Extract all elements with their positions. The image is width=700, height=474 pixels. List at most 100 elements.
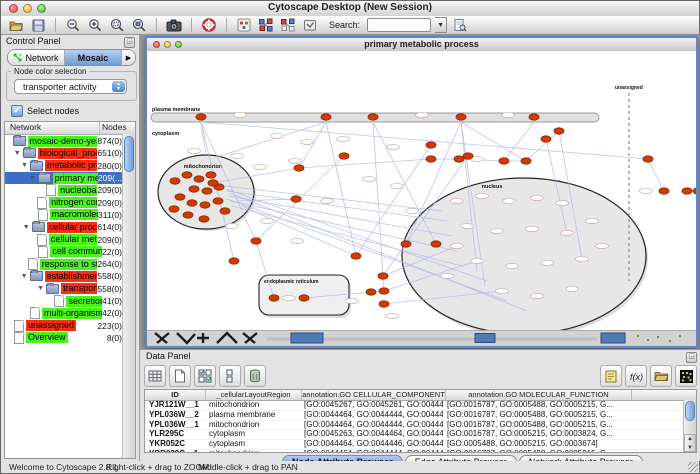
network-edge[interactable] — [504, 122, 534, 161]
vizmapper-button[interactable] — [235, 17, 253, 33]
tree-row[interactable]: ▼cellular process614(0) — [5, 221, 135, 233]
network-node[interactable] — [291, 196, 301, 202]
network-node[interactable] — [220, 208, 230, 214]
network-node[interactable] — [541, 136, 551, 142]
network-node[interactable] — [659, 188, 669, 194]
save-button[interactable] — [29, 17, 47, 33]
table-column-header[interactable]: annotation.GO CELLULAR_COMPONENT — [302, 390, 446, 400]
network-node[interactable] — [208, 180, 218, 186]
network-node[interactable] — [693, 188, 696, 194]
network-window-titlebar[interactable]: primary metabolic process — [147, 38, 696, 52]
network-node[interactable] — [368, 114, 378, 120]
network-edge[interactable] — [242, 206, 356, 256]
network-node[interactable] — [202, 188, 212, 194]
unselect-attributes-button[interactable] — [219, 365, 241, 387]
tree-row[interactable]: ▼primary metabo209(... — [5, 172, 135, 184]
network-node[interactable] — [182, 172, 192, 178]
tree-scrollbar[interactable] — [122, 134, 135, 458]
table-scrollbar-thumb[interactable] — [685, 401, 695, 421]
tree-column-nodes[interactable]: Nodes — [100, 122, 135, 134]
control-panel-detach-icon[interactable]: ◲ — [124, 37, 135, 48]
select-attributes-button[interactable] — [194, 365, 216, 387]
attribute-notes-button[interactable] — [600, 365, 622, 387]
network-node[interactable] — [170, 178, 180, 184]
snapshot-button[interactable] — [165, 17, 183, 33]
network-node[interactable] — [187, 200, 197, 206]
network-node[interactable] — [499, 158, 509, 164]
network-edge[interactable] — [373, 122, 384, 291]
network-node[interactable] — [401, 241, 411, 247]
network-node[interactable] — [196, 114, 206, 120]
network-node[interactable] — [431, 241, 441, 247]
tree-row[interactable]: ▼transport558(0) — [5, 283, 135, 295]
network-node[interactable] — [189, 186, 199, 192]
tree-row[interactable]: ▼metabolic process280(0) — [5, 160, 135, 172]
table-scroll-arrows[interactable]: ▲▼ — [684, 434, 696, 452]
table-row[interactable]: YDR039C__1mitochondrion[GO:0044464, GO:0… — [145, 450, 696, 453]
network-node[interactable] — [183, 212, 193, 218]
network-node[interactable] — [529, 114, 539, 120]
duplicate-network-button[interactable] — [279, 17, 297, 33]
tree-expander-icon[interactable]: ▼ — [27, 175, 38, 182]
network-edge[interactable] — [648, 159, 664, 191]
tree-expander-icon[interactable]: ▼ — [35, 285, 46, 292]
network-node[interactable] — [206, 172, 216, 178]
select-nodes-checkbox[interactable]: ✓ — [11, 105, 23, 117]
compartment-nucleus[interactable] — [402, 178, 646, 332]
network-node[interactable] — [321, 114, 331, 120]
network-node[interactable] — [426, 156, 436, 162]
tree-expander-icon[interactable]: ▼ — [19, 162, 30, 169]
zoom-selected-region-button[interactable] — [108, 17, 126, 33]
table-column-header[interactable]: annotation.GO MOLECULAR_FUNCTION — [446, 390, 632, 400]
zoom-in-button[interactable] — [86, 17, 104, 33]
tree-row[interactable]: nitrogen compo209(0) — [5, 196, 135, 208]
network-node[interactable] — [294, 165, 304, 171]
table-row[interactable]: YKR052Ccytoplasm[GO:0044464, GO:0044446,… — [145, 440, 696, 450]
table-row[interactable]: YPL036W__2plasma membrane[GO:0044464, GO… — [145, 411, 696, 421]
network-node[interactable] — [199, 216, 209, 222]
network-node[interactable] — [200, 202, 210, 208]
node-color-attribute-select[interactable]: transporter activity ▲▼ — [14, 79, 127, 94]
table-row[interactable]: YPL036W__1mitochondrion[GO:0044464, GO:0… — [145, 421, 696, 431]
attribute-matrix-button[interactable] — [675, 365, 697, 387]
tree-expander-icon[interactable]: ▼ — [12, 150, 23, 157]
tree-scrollbar-thumb[interactable] — [124, 136, 134, 172]
tree-row[interactable]: unassigned223(0) — [5, 319, 135, 331]
network-canvas[interactable]: plasma membranecytoplasmmitochondrionnuc… — [147, 51, 696, 332]
tree-column-network[interactable]: Network — [5, 122, 100, 134]
advanced-search-button[interactable] — [451, 17, 469, 33]
tree-expander-icon[interactable]: ▼ — [19, 273, 30, 280]
tree-row[interactable]: mosaic-demo-yeast874(0) — [5, 135, 135, 147]
tree-row[interactable]: response to stimulu264(0) — [5, 258, 135, 270]
table-column-header[interactable]: _cellularLayoutRegion — [206, 390, 302, 400]
new-network-from-selected-button[interactable] — [257, 17, 275, 33]
tab-network[interactable]: Network — [8, 50, 65, 65]
network-node[interactable] — [351, 253, 361, 259]
network-node[interactable] — [229, 258, 239, 264]
new-attribute-button[interactable] — [169, 365, 191, 387]
network-node[interactable] — [554, 128, 564, 134]
network-edge[interactable] — [299, 159, 431, 168]
network-node[interactable] — [456, 114, 466, 120]
table-column-header[interactable]: ID — [145, 390, 206, 400]
resize-grip[interactable] — [688, 462, 698, 472]
network-node[interactable] — [169, 206, 179, 212]
network-node[interactable] — [339, 153, 349, 159]
network-node[interactable] — [426, 142, 436, 148]
table-row[interactable]: YJR121W__1mitochondrion[GO:0045267, GO:0… — [145, 401, 696, 411]
import-attributes-button[interactable] — [650, 365, 672, 387]
tree-row[interactable]: cellular metabol209(0) — [5, 233, 135, 245]
network-node[interactable] — [521, 158, 531, 164]
tab-scroll-right-button[interactable]: ▶ — [122, 50, 135, 65]
tab-mosaic[interactable]: Mosaic — [65, 50, 122, 65]
open-button[interactable] — [7, 17, 25, 33]
search-input[interactable] — [367, 18, 431, 32]
annotation-button[interactable] — [301, 17, 319, 33]
network-node[interactable] — [175, 194, 185, 200]
network-node[interactable] — [379, 288, 389, 294]
network-edge[interactable] — [299, 122, 326, 168]
tree-row[interactable]: multi-organism pro42(0) — [5, 307, 135, 319]
delete-attribute-button[interactable] — [244, 365, 266, 387]
search-dropdown-arrow[interactable]: ▼ — [435, 17, 447, 33]
tree-row[interactable]: cell communicat22(0) — [5, 246, 135, 258]
